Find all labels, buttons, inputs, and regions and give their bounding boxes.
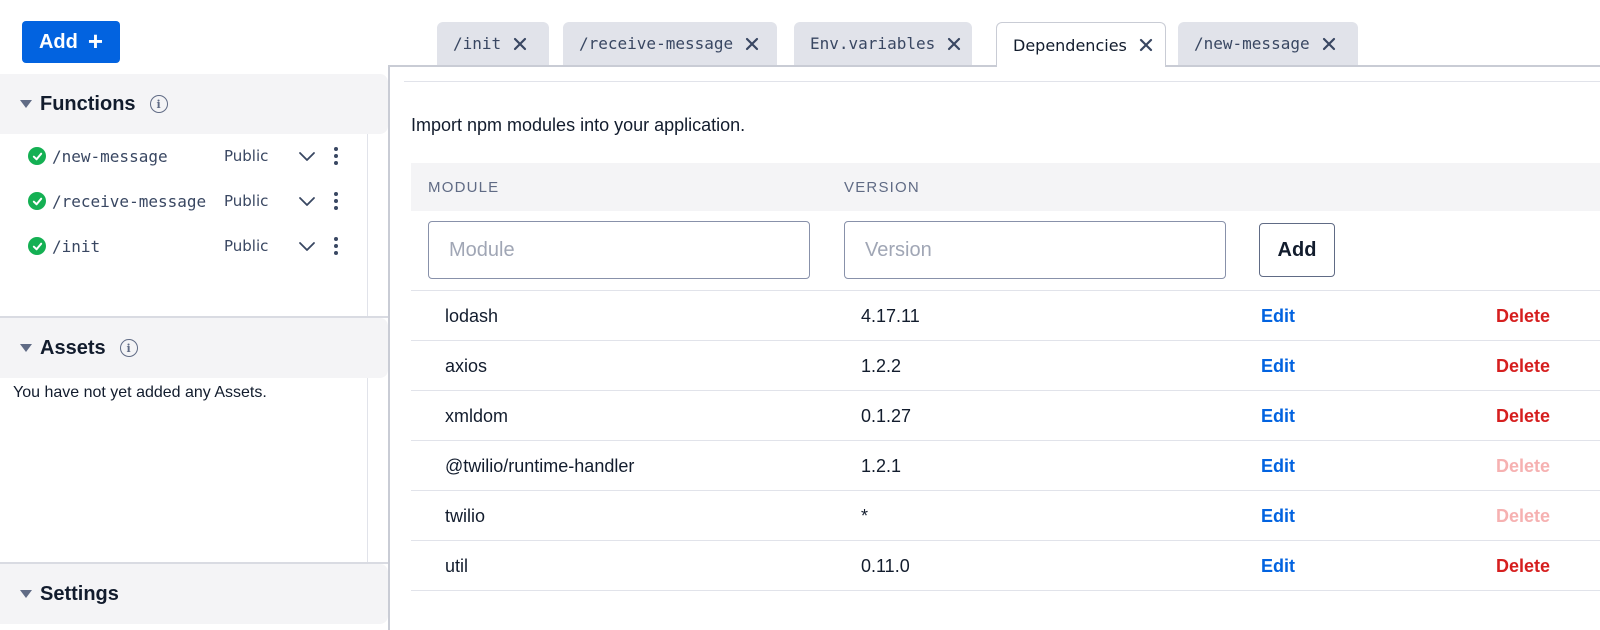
- dependency-module: @twilio/runtime-handler: [445, 455, 635, 476]
- close-icon[interactable]: [1322, 37, 1336, 51]
- dependencies-table-body: lodash 4.17.11 Edit Delete axios 1.2.2 Edit Del…: [411, 291, 1600, 591]
- add-button[interactable]: Add +: [22, 21, 120, 63]
- more-vertical-icon[interactable]: [326, 190, 346, 212]
- tab-label: /init: [453, 34, 502, 53]
- dependency-module: twilio: [445, 505, 486, 526]
- chevron-down-icon[interactable]: [296, 190, 318, 212]
- dependency-module: lodash: [445, 305, 499, 326]
- tab-label: /new-message: [1194, 34, 1310, 53]
- tab-dependencies[interactable]: Dependencies: [996, 22, 1166, 67]
- delete-link: Delete: [1496, 505, 1551, 526]
- table-row: util 0.11.0 Edit Delete: [411, 541, 1600, 591]
- caret-down-icon: [20, 590, 32, 598]
- assets-empty-message: You have not yet added any Assets.: [13, 384, 267, 401]
- function-name: /new-message: [52, 146, 168, 166]
- dependency-module: util: [445, 555, 469, 576]
- functions-section-header[interactable]: Functions i: [0, 74, 388, 134]
- info-icon[interactable]: i: [119, 339, 138, 357]
- settings-section-header[interactable]: Settings: [0, 564, 388, 624]
- function-name: /receive-message: [52, 191, 207, 211]
- dependency-version: *: [861, 505, 869, 526]
- panel-rule: [404, 81, 1600, 82]
- plus-icon: +: [87, 26, 104, 56]
- function-item-init[interactable]: /init Public: [28, 231, 348, 261]
- dependency-version: 4.17.11: [861, 305, 920, 326]
- delete-link[interactable]: Delete: [1496, 541, 1550, 591]
- edit-link[interactable]: Edit: [1261, 441, 1295, 491]
- close-icon[interactable]: [513, 37, 527, 51]
- more-vertical-icon[interactable]: [326, 145, 346, 167]
- dependency-module: xmldom: [445, 405, 509, 426]
- dependencies-table-header: MODULE VERSION: [411, 163, 1600, 211]
- edit-link[interactable]: Edit: [1261, 541, 1295, 591]
- delete-link[interactable]: Delete: [1496, 291, 1550, 341]
- tab-new-message[interactable]: /new-message: [1178, 22, 1358, 65]
- tab-label: Dependencies: [1013, 35, 1127, 55]
- dependency-version: 1.2.1: [861, 455, 902, 476]
- tab-label: /receive-message: [579, 34, 734, 53]
- tab-init[interactable]: /init: [437, 22, 549, 65]
- function-visibility: Public: [224, 147, 269, 165]
- edit-link[interactable]: Edit: [1261, 341, 1295, 391]
- close-icon[interactable]: [1139, 38, 1153, 52]
- table-row: lodash 4.17.11 Edit Delete: [411, 291, 1600, 341]
- dependency-module: axios: [445, 355, 488, 376]
- sidebar-divider-line: [367, 378, 368, 562]
- table-row: xmldom 0.1.27 Edit Delete: [411, 391, 1600, 441]
- close-icon[interactable]: [947, 37, 961, 51]
- edit-link[interactable]: Edit: [1261, 391, 1295, 441]
- dependency-version: 0.11.0: [861, 555, 910, 576]
- add-dependency-row: Add: [411, 211, 1600, 291]
- dependencies-intro: Import npm modules into your application…: [411, 115, 746, 135]
- table-row: axios 1.2.2 Edit Delete: [411, 341, 1600, 391]
- edit-link[interactable]: Edit: [1261, 291, 1295, 341]
- check-circle-icon: [28, 237, 46, 255]
- delete-link[interactable]: Delete: [1496, 341, 1550, 391]
- dependency-version: 1.2.2: [861, 355, 902, 376]
- sidebar: Add + Functions i /new-message Public /r…: [0, 0, 388, 630]
- table-row: twilio * Edit Delete: [411, 491, 1600, 541]
- more-vertical-icon[interactable]: [326, 235, 346, 257]
- column-header-version: VERSION: [844, 178, 920, 196]
- editor-tabs: /init /receive-message Env.variables Dep…: [388, 22, 1600, 67]
- check-circle-icon: [28, 192, 46, 210]
- function-item-new-message[interactable]: /new-message Public: [28, 141, 348, 171]
- tab-label: Env.variables: [810, 34, 936, 53]
- edit-link[interactable]: Edit: [1261, 491, 1295, 541]
- add-button-label: Add: [38, 30, 78, 53]
- sidebar-divider-line: [367, 134, 368, 316]
- version-input[interactable]: [844, 221, 1226, 279]
- tab-receive-message[interactable]: /receive-message: [563, 22, 777, 65]
- assets-list: [0, 378, 388, 562]
- delete-link: Delete: [1496, 455, 1551, 476]
- function-visibility: Public: [224, 192, 269, 210]
- add-dependency-button[interactable]: Add: [1259, 223, 1335, 277]
- function-visibility: Public: [224, 237, 269, 255]
- tab-env-variables[interactable]: Env.variables: [794, 22, 972, 65]
- function-item-receive-message[interactable]: /receive-message Public: [28, 186, 348, 216]
- caret-down-icon: [20, 344, 32, 352]
- assets-title: Assets: [40, 336, 106, 359]
- caret-down-icon: [20, 100, 32, 108]
- close-icon[interactable]: [745, 37, 759, 51]
- assets-section-header[interactable]: Assets i: [0, 318, 388, 378]
- chevron-down-icon[interactable]: [296, 235, 318, 257]
- info-icon[interactable]: i: [149, 95, 168, 113]
- module-input[interactable]: [428, 221, 810, 279]
- column-header-module: MODULE: [428, 178, 500, 196]
- settings-title: Settings: [40, 582, 119, 605]
- functions-title: Functions: [40, 92, 136, 115]
- function-name: /init: [52, 236, 101, 256]
- chevron-down-icon[interactable]: [296, 145, 318, 167]
- dependency-version: 0.1.27: [861, 405, 912, 426]
- delete-link[interactable]: Delete: [1496, 391, 1550, 441]
- table-row: @twilio/runtime-handler 1.2.1 Edit Delete: [411, 441, 1600, 491]
- check-circle-icon: [28, 147, 46, 165]
